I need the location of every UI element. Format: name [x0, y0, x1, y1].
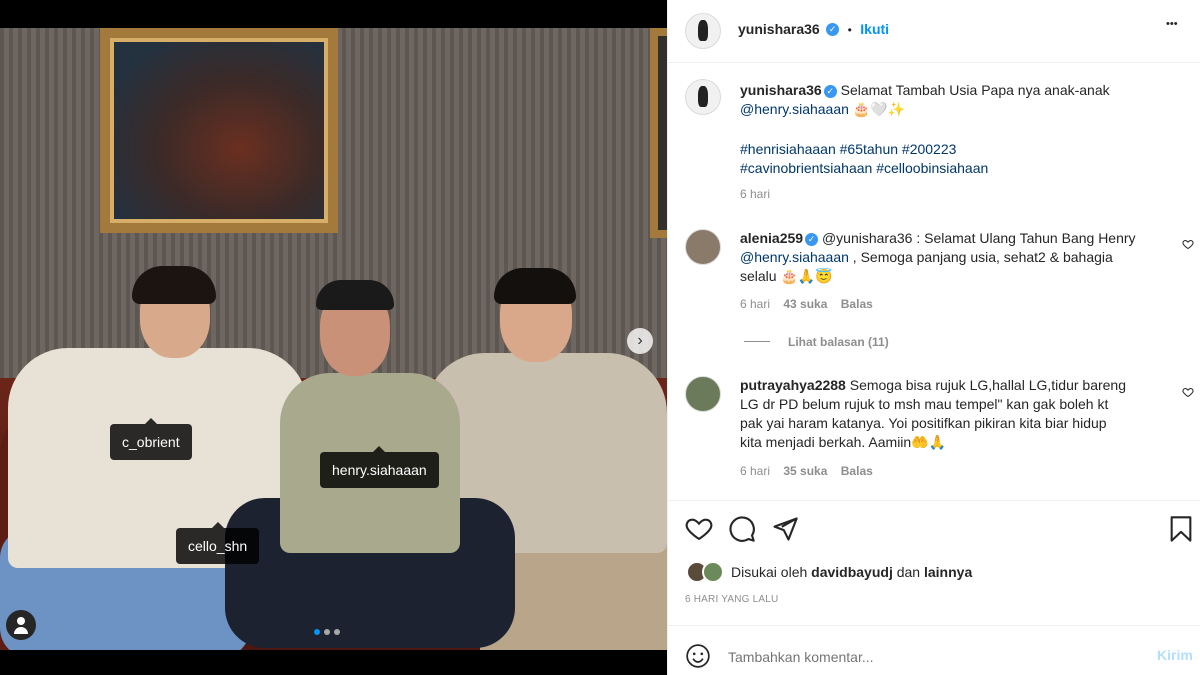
person-right-hair — [494, 268, 576, 304]
replies-line — [744, 341, 770, 342]
user-tag-henry-siahaaan[interactable]: henry.siahaaan — [320, 446, 439, 488]
follow-button[interactable]: Ikuti — [860, 21, 889, 37]
comment-text-line-1: @yunishara36 : Selamat Ulang Tahun Bang … — [821, 230, 1136, 246]
carousel-dot — [324, 629, 330, 635]
caption-hashtags: #henrisiahaaan #65tahun #200223 #cavinob… — [740, 140, 1180, 178]
post-photo-pane: c_obrient cello_shn henry.siahaaan › — [0, 0, 667, 675]
comment-reply-button[interactable]: Balas — [841, 464, 873, 478]
comment-text-line-1: Semoga bisa rujuk LG,hallal LG,tidur bar… — [849, 377, 1127, 393]
comment-box-divider — [668, 625, 1200, 626]
verified-badge-icon: ✓ — [805, 232, 819, 246]
caption-avatar[interactable] — [685, 79, 721, 115]
likes-others[interactable]: lainnya — [924, 564, 972, 580]
likes-summary: Disukai oleh davidbayudj dan lainnya — [731, 563, 972, 582]
commenter-avatar[interactable] — [685, 229, 721, 265]
likes-joiner: dan — [896, 564, 921, 580]
view-replies-button[interactable]: Lihat balasan (11) — [788, 335, 889, 349]
comment-time[interactable]: 6 hari — [740, 464, 770, 478]
comment-meta: 6 hari 35 suka Balas — [740, 464, 873, 478]
caption-emojis: 🎂🤍✨ — [852, 101, 906, 117]
user-tag-c-obrient[interactable]: c_obrient — [110, 418, 192, 460]
caption-mention[interactable]: @henry.siahaaan — [740, 101, 849, 117]
comment-meta: 6 hari 43 suka Balas — [740, 297, 873, 311]
comment-likes[interactable]: 43 suka — [783, 297, 827, 311]
user-tag-cello-shn[interactable]: cello_shn — [176, 522, 260, 564]
comment-icon[interactable] — [728, 515, 756, 543]
comment-text-line-3: pak yai haram katanya. Yoi positifkan pi… — [740, 415, 1107, 431]
comment-like-heart-icon[interactable] — [1182, 386, 1194, 398]
caption-username[interactable]: yunishara36 — [740, 82, 822, 98]
next-photo-button[interactable]: › — [627, 328, 653, 354]
comment-text-line-2: LG dr PD belum rujuk to msh mau tempel" … — [740, 396, 1109, 412]
save-bookmark-icon[interactable] — [1167, 515, 1195, 543]
actions-divider — [668, 500, 1200, 501]
liker-avatar — [702, 561, 724, 583]
comment: putrayahya2288 Semoga bisa rujuk LG,hall… — [740, 376, 1170, 452]
comment-like-heart-icon[interactable] — [1182, 238, 1194, 250]
hashtags-line-1[interactable]: #henrisiahaaan #65tahun #200223 — [740, 141, 956, 157]
share-send-icon[interactable] — [771, 515, 799, 543]
hashtags-line-2[interactable]: #cavinobrientsiahaan #celloobinsiahaan — [740, 160, 988, 176]
caption-text: Selamat Tambah Usia Papa nya anak-anak — [840, 82, 1110, 98]
add-comment-input[interactable] — [726, 644, 1130, 670]
post-details-pane: yunishara36 ✓ • Ikuti ••• yunishara36 ✓ S… — [667, 0, 1200, 675]
post-comment-button[interactable]: Kirim — [1157, 647, 1193, 663]
painting-right — [650, 28, 667, 238]
caption-time[interactable]: 6 hari — [740, 187, 770, 201]
painting — [100, 28, 338, 233]
comment-text-line-4: kita menjadi berkah. Aamiin🤲🙏 — [740, 434, 947, 450]
author-username[interactable]: yunishara36 — [738, 21, 820, 37]
comment-time[interactable]: 6 hari — [740, 297, 770, 311]
person-left-hair — [132, 266, 216, 304]
carousel-dot — [334, 629, 340, 635]
comment-username[interactable]: putrayahya2288 — [740, 377, 846, 393]
post-photo[interactable] — [0, 28, 667, 650]
carousel-dots — [314, 629, 340, 635]
comment-reply-button[interactable]: Balas — [841, 297, 873, 311]
comment-mention[interactable]: @henry.siahaaan — [740, 249, 849, 265]
post-header: yunishara36 ✓ • Ikuti ••• — [668, 0, 1200, 63]
comment-text-line-3: selalu 🎂🙏😇 — [740, 268, 833, 284]
emoji-icon[interactable] — [685, 643, 711, 669]
more-options-icon[interactable]: ••• — [1166, 18, 1178, 30]
like-heart-icon[interactable] — [685, 515, 713, 543]
comment-username[interactable]: alenia259 — [740, 230, 803, 246]
comment-likes[interactable]: 35 suka — [783, 464, 827, 478]
person-center-hair — [316, 280, 394, 310]
user-tags-icon[interactable] — [6, 610, 36, 640]
caption: yunishara36 ✓ Selamat Tambah Usia Papa ny… — [740, 81, 1180, 119]
post-timestamp[interactable]: 6 HARI YANG LALU — [685, 594, 778, 605]
author-avatar[interactable] — [685, 13, 721, 49]
verified-badge-icon: ✓ — [826, 23, 840, 37]
commenter-avatar[interactable] — [685, 376, 721, 412]
comment-text-line-2: , Semoga panjang usia, sehat2 & bahagia — [848, 249, 1113, 265]
comment: alenia259 ✓ @yunishara36 : Selamat Ulang … — [740, 229, 1170, 286]
carousel-dot-active — [314, 629, 320, 635]
likes-prefix: Disukai oleh — [731, 564, 808, 580]
separator-dot: • — [847, 23, 852, 37]
likes-user[interactable]: davidbayudj — [811, 564, 893, 580]
verified-badge-icon: ✓ — [823, 84, 837, 98]
